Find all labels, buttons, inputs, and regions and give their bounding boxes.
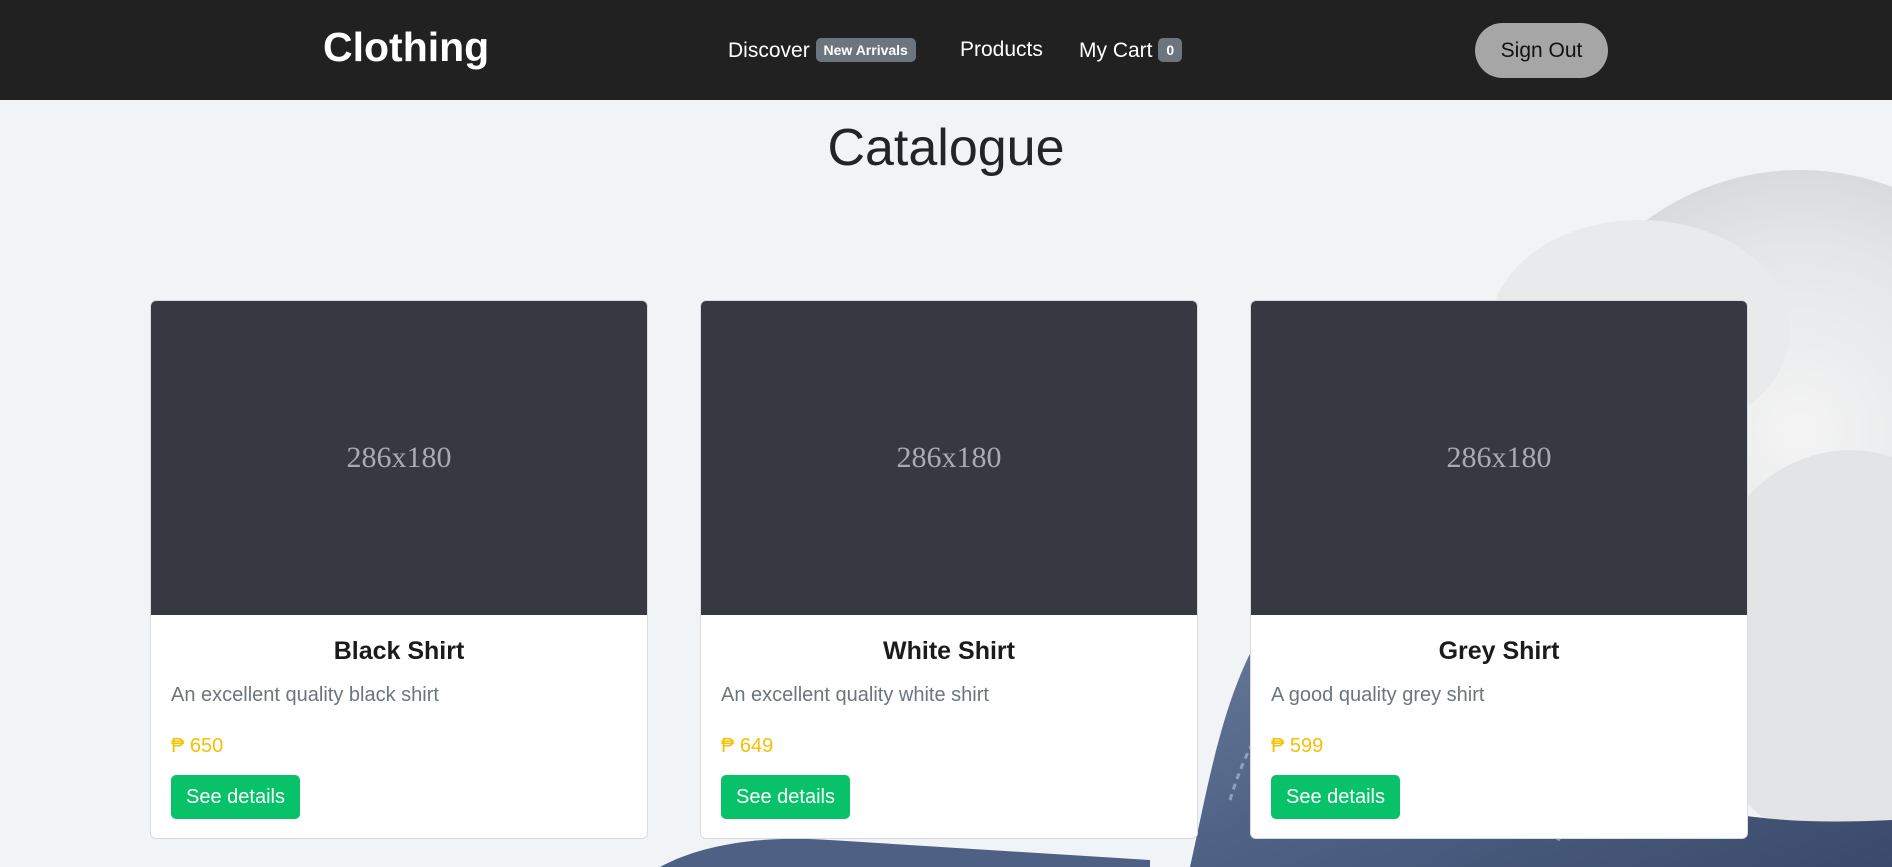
nav-products[interactable]: Products	[960, 38, 1043, 62]
product-description: An excellent quality white shirt	[721, 684, 989, 706]
nav-my-cart[interactable]: My Cart 0	[1079, 38, 1183, 63]
product-card: 286x180 Grey Shirt A good quality grey s…	[1250, 300, 1748, 839]
image-size-label: 286x180	[346, 441, 452, 474]
see-details-button[interactable]: See details	[171, 775, 300, 819]
product-description: An excellent quality black shirt	[171, 684, 439, 706]
product-price: ₱ 650	[171, 735, 224, 757]
product-name: Grey Shirt	[1438, 637, 1560, 665]
cart-count-badge: 0	[1158, 38, 1183, 62]
page-title: Catalogue	[827, 119, 1065, 177]
product-price: ₱ 649	[721, 735, 774, 757]
image-size-label: 286x180	[1446, 441, 1552, 474]
product-description: A good quality grey shirt	[1271, 684, 1485, 706]
product-image-placeholder: 286x180	[1251, 301, 1747, 615]
product-card: 286x180 Black Shirt An excellent quality…	[150, 300, 648, 839]
product-price: ₱ 599	[1271, 735, 1324, 757]
nav-discover-label: Discover	[728, 39, 810, 62]
brand-logo[interactable]: Clothing	[323, 24, 489, 71]
top-navbar: Clothing Discover New Arrivals Products …	[0, 0, 1892, 100]
see-details-button[interactable]: See details	[1271, 775, 1400, 819]
sign-out-button[interactable]: Sign Out	[1475, 23, 1608, 78]
image-size-label: 286x180	[896, 441, 1002, 474]
nav-cart-label: My Cart	[1079, 39, 1153, 62]
product-name: Black Shirt	[333, 637, 465, 665]
product-image-placeholder: 286x180	[151, 301, 647, 615]
new-arrivals-badge: New Arrivals	[815, 38, 916, 62]
product-card: 286x180 White Shirt An excellent quality…	[700, 300, 1198, 839]
product-name: White Shirt	[883, 637, 1015, 665]
see-details-button[interactable]: See details	[721, 775, 850, 819]
product-image-placeholder: 286x180	[701, 301, 1197, 615]
nav-discover[interactable]: Discover New Arrivals	[728, 38, 916, 63]
